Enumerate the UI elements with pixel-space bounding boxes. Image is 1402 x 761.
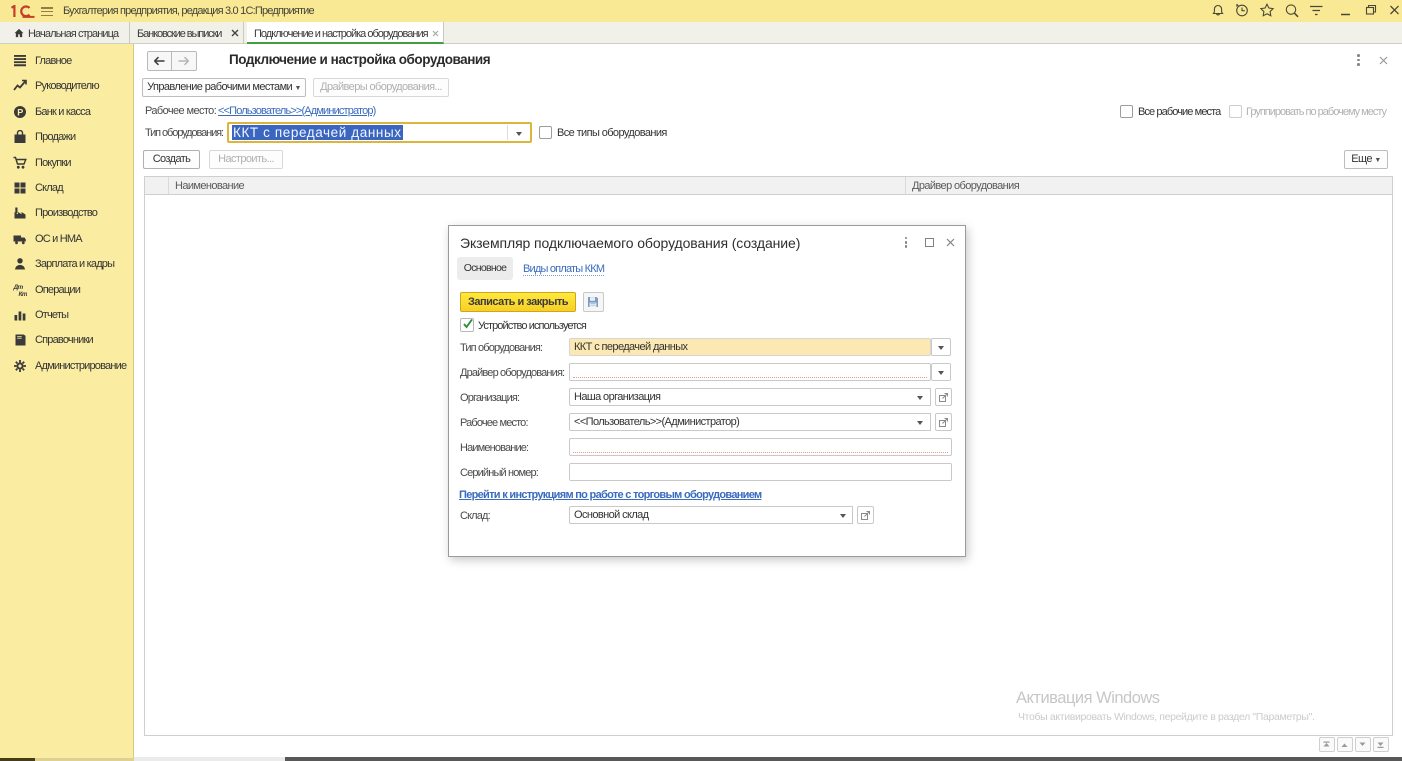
svg-text:Кт: Кт (19, 290, 28, 296)
svg-text:P: P (17, 107, 23, 117)
